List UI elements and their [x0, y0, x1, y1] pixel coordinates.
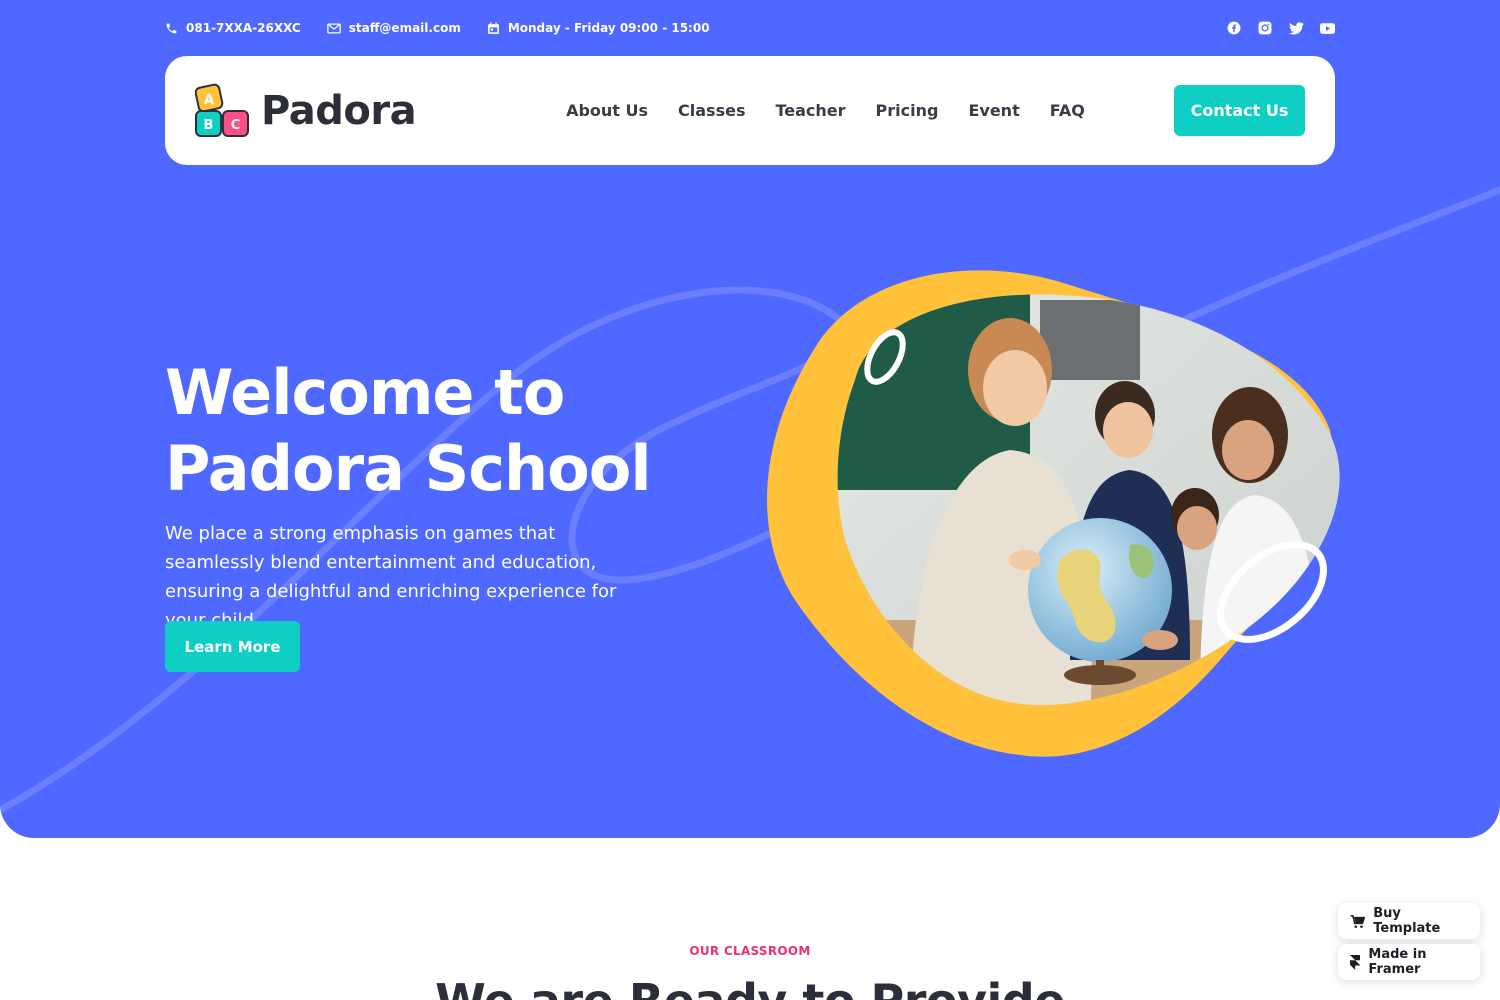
youtube-icon[interactable]	[1319, 20, 1335, 36]
cart-icon	[1350, 914, 1366, 928]
email-info[interactable]: staff@email.com	[326, 21, 461, 35]
main-navbar: A B C Padora About Us Classes Teacher Pr…	[165, 56, 1335, 165]
hero-subtitle: We place a strong emphasis on games that…	[165, 523, 617, 631]
brand-name: Padora	[261, 87, 417, 134]
abc-blocks-icon: A B C	[195, 83, 249, 137]
svg-text:C: C	[231, 118, 241, 133]
phone-text: 081-7XXA-26XXC	[186, 21, 301, 35]
hours-text: Monday - Friday 09:00 - 15:00	[507, 21, 710, 35]
phone-info[interactable]: 081-7XXA-26XXC	[165, 21, 301, 35]
nav-links: About Us Classes Teacher Pricing Event F…	[566, 101, 1085, 120]
nav-faq[interactable]: FAQ	[1050, 101, 1085, 120]
top-info-bar: 081-7XXA-26XXC staff@email.com Monday - …	[165, 18, 1335, 38]
nav-pricing[interactable]: Pricing	[876, 101, 939, 120]
hero-title: Welcome to Padora School	[165, 355, 725, 507]
svg-text:B: B	[204, 118, 214, 133]
calendar-icon	[487, 22, 499, 34]
nav-event[interactable]: Event	[968, 101, 1019, 120]
instagram-icon[interactable]	[1257, 20, 1273, 36]
phone-icon	[166, 23, 177, 33]
classroom-eyebrow: OUR CLASSROOM	[689, 944, 811, 958]
nav-classes[interactable]: Classes	[678, 101, 745, 120]
svg-text:A: A	[204, 93, 214, 108]
buy-template-button[interactable]: Buy Template	[1338, 903, 1480, 939]
made-in-framer-button[interactable]: Made in Framer	[1338, 944, 1480, 980]
brand-logo[interactable]: A B C Padora	[195, 82, 417, 140]
contact-us-button[interactable]: Contact Us	[1174, 85, 1305, 136]
mail-icon	[326, 22, 341, 34]
hours-info: Monday - Friday 09:00 - 15:00	[487, 21, 710, 35]
facebook-icon[interactable]	[1226, 20, 1242, 36]
classroom-title: We are Ready to Provide	[0, 974, 1500, 1000]
buy-template-label: Buy Template	[1373, 906, 1441, 936]
nav-teacher[interactable]: Teacher	[775, 101, 845, 120]
hero-section: 081-7XXA-26XXC staff@email.com Monday - …	[0, 0, 1500, 838]
hero-image	[767, 270, 1340, 757]
framer-icon	[1350, 954, 1361, 970]
email-text: staff@email.com	[348, 21, 461, 35]
twitter-icon[interactable]	[1288, 20, 1304, 36]
nav-about-us[interactable]: About Us	[566, 101, 648, 120]
learn-more-button[interactable]: Learn More	[165, 621, 300, 672]
hero-title-line2: Padora School	[165, 432, 652, 505]
made-in-framer-label: Made in Framer	[1368, 947, 1427, 977]
social-links	[1226, 20, 1335, 36]
hero-title-line1: Welcome to	[165, 356, 565, 429]
